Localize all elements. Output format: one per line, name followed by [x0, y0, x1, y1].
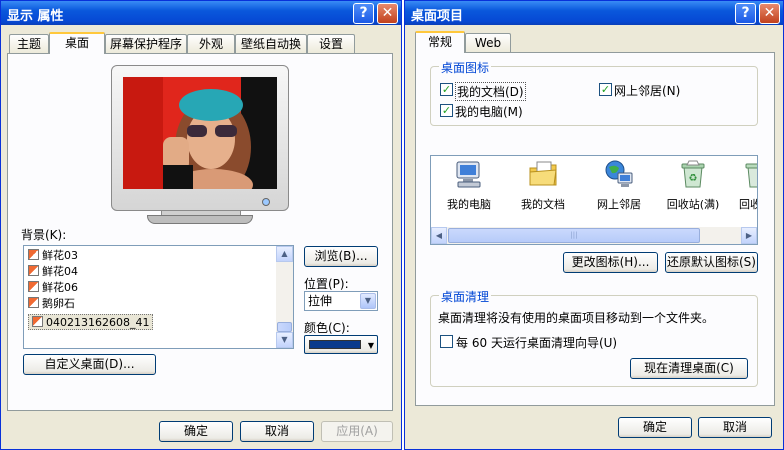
list-item[interactable]: 我的文档 [507, 158, 579, 212]
cleanup-description: 桌面清理将没有使用的桌面项目移动到一个文件夹。 [438, 311, 715, 325]
tab-themes[interactable]: 主题 [9, 34, 49, 54]
my-computer-checkbox[interactable]: ✓ [440, 104, 453, 117]
ok-button[interactable]: 确定 [618, 417, 692, 438]
list-item[interactable]: 鹅卵石 [28, 296, 75, 312]
icon-list-horizontal-scrollbar[interactable]: ◀ ||| ▶ [431, 227, 757, 244]
position-selected-value: 拉伸 [308, 294, 333, 308]
list-item[interactable]: 我的电脑 [433, 158, 505, 212]
list-item[interactable]: 鲜花03 [28, 248, 78, 264]
my-computer-label[interactable]: 我的电脑(M) [455, 103, 523, 120]
tab-desktop[interactable]: 桌面 [49, 32, 105, 54]
close-button[interactable]: ✕ [377, 3, 398, 24]
list-item[interactable]: 鲜花06 [28, 280, 78, 296]
color-label: 颜色(C): [304, 321, 350, 335]
tab-settings[interactable]: 设置 [307, 34, 355, 54]
scroll-thumb[interactable]: ||| [448, 228, 700, 243]
position-label: 位置(P): [304, 277, 349, 291]
tab-web[interactable]: Web [465, 33, 511, 53]
position-select[interactable]: 拉伸 ▼ [304, 291, 378, 311]
chevron-down-icon: ▼ [367, 341, 374, 350]
list-item[interactable]: 鲜花04 [28, 264, 78, 280]
color-swatch [309, 340, 361, 349]
monitor-stand-base [147, 215, 253, 224]
image-file-icon [28, 297, 39, 308]
cleanup-desktop-now-button[interactable]: 现在清理桌面(C) [630, 358, 748, 379]
tab-wallpaper-changer[interactable]: 壁纸自动换 [235, 34, 307, 54]
restore-default-icon-button[interactable]: 还原默认图标(S) [665, 252, 758, 273]
image-file-icon [32, 316, 43, 327]
change-icon-button[interactable]: 更改图标(H)... [563, 252, 658, 273]
desktop-icon-list[interactable]: 我的电脑 我的文档 网上邻居 ♻ 回收站(满) 回 ◀ ||| ▶ [430, 155, 758, 245]
customize-desktop-button[interactable]: 自定义桌面(D)... [23, 354, 156, 375]
scroll-thumb[interactable] [277, 322, 292, 332]
color-picker-button[interactable]: ▼ [304, 335, 378, 354]
recycle-bin-full-icon: ♻ [681, 160, 705, 188]
ok-button[interactable]: 确定 [159, 421, 233, 442]
power-led-icon [262, 198, 270, 206]
window-title: 显示 属性 [7, 9, 64, 24]
my-network-checkbox[interactable]: ✓ [599, 83, 612, 96]
cancel-button[interactable]: 取消 [698, 417, 772, 438]
background-list[interactable]: 鲜花03 鲜花04 鲜花06 鹅卵石 040213162608_41 ▲ ▼ [23, 245, 294, 349]
my-documents-checkbox[interactable]: ✓ [440, 83, 453, 96]
svg-text:♻: ♻ [689, 173, 698, 184]
recycle-bin-icon [745, 163, 757, 188]
scroll-right-arrow-icon[interactable]: ▶ [741, 227, 757, 244]
list-item[interactable]: ♻ 回收站(满) [657, 158, 729, 212]
window-title: 桌面项目 [411, 9, 464, 24]
title-bar[interactable]: 显示 属性 ? ✕ [1, 1, 401, 25]
image-file-icon [28, 249, 39, 260]
group-title: 桌面图标 [439, 59, 492, 76]
list-vertical-scrollbar[interactable]: ▲ ▼ [276, 246, 293, 348]
cleanup-every-60-days-checkbox[interactable]: ✓ [440, 335, 453, 348]
close-button[interactable]: ✕ [759, 3, 780, 24]
list-item-selected[interactable]: 040213162608_41 [28, 314, 154, 330]
network-places-icon [605, 160, 633, 187]
image-file-icon [28, 281, 39, 292]
tab-appearance[interactable]: 外观 [187, 34, 235, 54]
my-documents-icon [529, 161, 557, 186]
my-computer-icon [456, 161, 481, 188]
chevron-down-icon[interactable]: ▼ [360, 293, 376, 309]
monitor-preview [111, 65, 289, 211]
wallpaper-preview-image [123, 77, 277, 189]
group-title: 桌面清理 [439, 288, 492, 305]
help-button[interactable]: ? [735, 3, 756, 24]
image-file-icon [28, 265, 39, 276]
cancel-button[interactable]: 取消 [240, 421, 314, 442]
my-network-label[interactable]: 网上邻居(N) [614, 82, 680, 99]
title-bar[interactable]: 桌面项目 ? ✕ [405, 1, 783, 25]
scroll-up-arrow-icon[interactable]: ▲ [276, 246, 293, 262]
cleanup-schedule-label[interactable]: 每 60 天运行桌面清理向导(U) [456, 334, 617, 351]
tab-general[interactable]: 常规 [415, 31, 465, 53]
scroll-left-arrow-icon[interactable]: ◀ [431, 227, 447, 244]
browse-button[interactable]: 浏览(B)... [304, 246, 378, 267]
list-item[interactable]: 网上邻居 [583, 158, 655, 212]
my-documents-label[interactable]: 我的文档(D) [455, 82, 526, 101]
help-button[interactable]: ? [353, 3, 374, 24]
apply-button: 应用(A) [321, 421, 393, 442]
display-properties-window: 显示 属性 ? ✕ 主题 桌面 屏幕保护程序 外观 壁纸自动换 设置 背景(K)… [0, 0, 402, 450]
background-label: 背景(K): [21, 228, 67, 242]
tab-screensaver[interactable]: 屏幕保护程序 [105, 34, 187, 54]
scroll-down-arrow-icon[interactable]: ▼ [276, 332, 293, 348]
list-item[interactable]: 回收 [731, 158, 757, 212]
